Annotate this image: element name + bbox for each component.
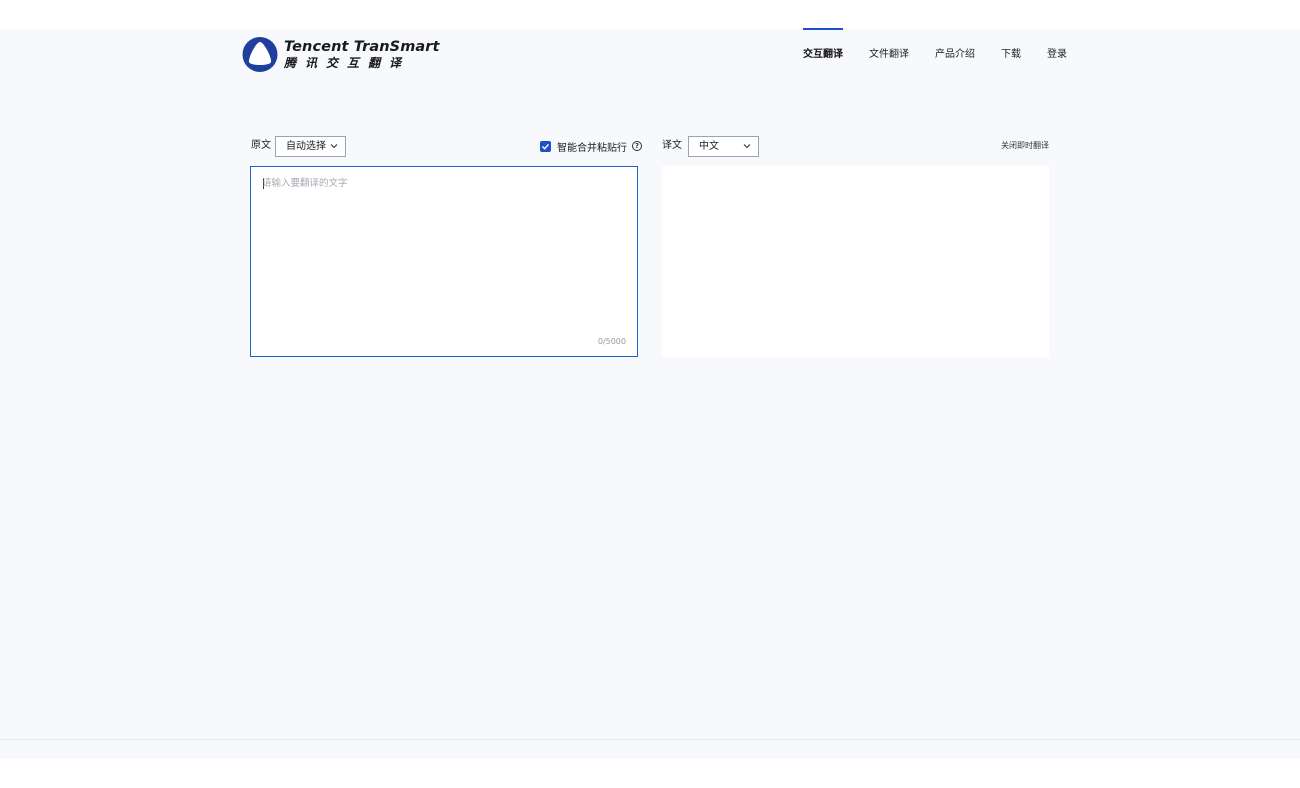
chevron-down-icon bbox=[743, 144, 751, 149]
source-language-value: 自动选择 bbox=[286, 141, 326, 152]
nav-item-download[interactable]: 下载 bbox=[988, 29, 1034, 81]
question-circle-icon[interactable]: ? bbox=[632, 141, 642, 151]
target-label: 译文 bbox=[662, 140, 682, 151]
merge-paste-checkbox[interactable] bbox=[540, 140, 551, 152]
brand-name-en: Tencent TranSmart bbox=[284, 39, 440, 55]
brand-name-cn: 腾讯交互翻译 bbox=[284, 56, 411, 70]
brand-logo[interactable]: Tencent TranSmart 腾讯交互翻译 bbox=[242, 36, 440, 73]
nav-item-interactive-translate[interactable]: 交互翻译 bbox=[790, 28, 856, 81]
nav-item-login[interactable]: 登录 bbox=[1034, 29, 1080, 81]
top-nav: 交互翻译 文件翻译 产品介绍 下载 登录 bbox=[790, 28, 1080, 81]
chevron-down-icon bbox=[330, 144, 338, 149]
character-counter: 0/5000 bbox=[597, 337, 626, 346]
merge-paste-label[interactable]: 智能合并粘贴行 bbox=[557, 139, 627, 154]
source-language-select[interactable]: 自动选择 bbox=[275, 136, 346, 157]
close-instant-translate-link[interactable]: 关闭即时翻译 bbox=[1001, 136, 1049, 156]
page-background bbox=[0, 29, 1300, 759]
transmart-logo-icon bbox=[242, 37, 278, 72]
merge-paste-option: 智能合并粘贴行 ? bbox=[540, 136, 642, 156]
check-icon bbox=[542, 143, 550, 150]
source-panel: 0/5000 bbox=[250, 166, 638, 357]
target-language-value: 中文 bbox=[699, 141, 719, 152]
nav-item-file-translate[interactable]: 文件翻译 bbox=[856, 29, 922, 81]
nav-item-product-intro[interactable]: 产品介绍 bbox=[922, 29, 988, 81]
target-language-select[interactable]: 中文 bbox=[688, 136, 759, 157]
source-text-input[interactable] bbox=[262, 175, 622, 325]
source-label: 原文 bbox=[251, 140, 271, 151]
footer-divider bbox=[0, 739, 1300, 740]
target-panel bbox=[662, 166, 1049, 357]
